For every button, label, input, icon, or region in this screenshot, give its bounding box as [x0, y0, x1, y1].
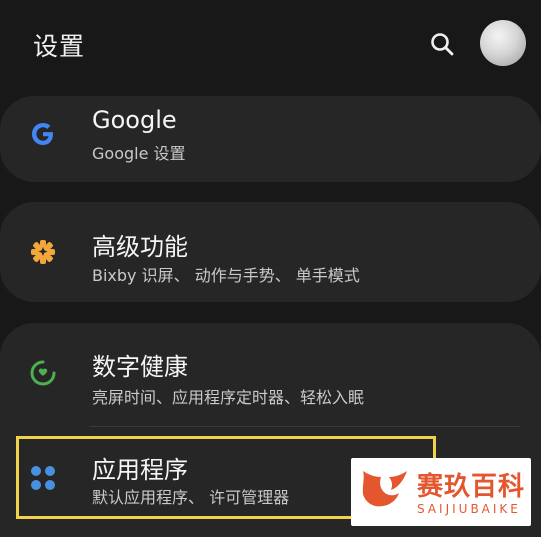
whale-tail-icon	[362, 471, 407, 507]
settings-item-subtitle: Bixby 识屏、 动作与手势、 单手模式	[92, 266, 360, 285]
watermark-title: 赛玖百科	[417, 472, 526, 502]
watermark-logo: 赛玖百科 SAIJIUBAIKE	[351, 458, 531, 526]
settings-item-subtitle: Google 设置	[92, 144, 186, 163]
settings-item-label: 数字健康	[92, 353, 188, 381]
settings-item-label: 高级功能	[92, 233, 188, 261]
advanced-features-icon	[31, 240, 55, 264]
google-icon	[32, 123, 53, 145]
digital-wellbeing-icon	[30, 360, 56, 386]
settings-item-subtitle: 亮屏时间、应用程序定时器、轻松入眠	[92, 388, 365, 407]
settings-item-label: Google	[92, 106, 177, 134]
page-title: 设置	[33, 32, 86, 61]
settings-item-google[interactable]: Google Google 设置	[0, 96, 541, 182]
profile-avatar[interactable]	[480, 20, 526, 66]
settings-item-advanced-features[interactable]: 高级功能 Bixby 识屏、 动作与手势、 单手模式	[0, 202, 541, 302]
settings-item-digital-wellbeing[interactable]: 数字健康 亮屏时间、应用程序定时器、轻松入眠	[0, 323, 541, 423]
search-icon[interactable]	[428, 30, 456, 58]
list-divider	[90, 426, 520, 427]
watermark-subtitle: SAIJIUBAIKE	[417, 502, 521, 516]
app-header: 设置	[0, 0, 541, 90]
